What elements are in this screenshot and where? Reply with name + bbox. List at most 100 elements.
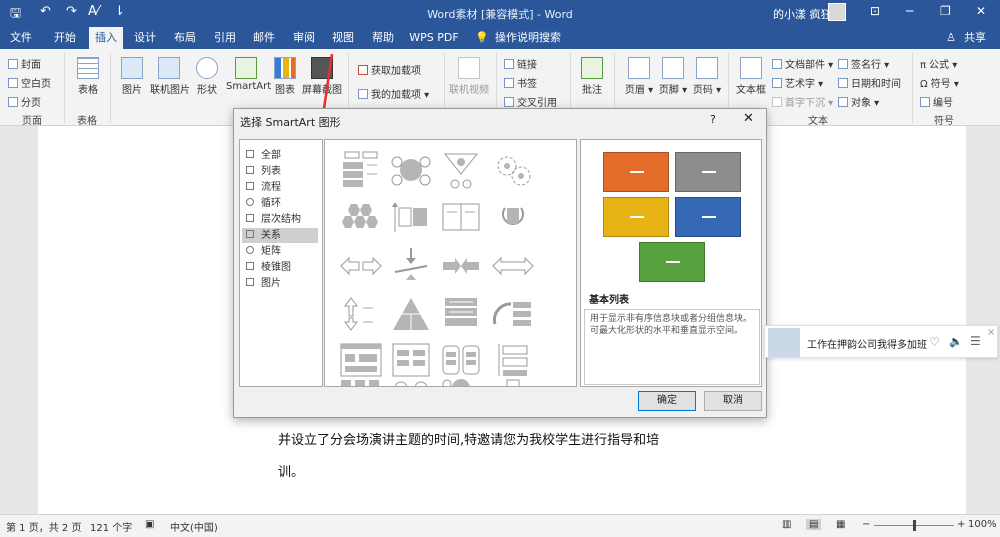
layout-thumbnail[interactable] — [389, 198, 433, 238]
layout-thumbnail[interactable] — [439, 376, 483, 387]
read-mode-icon[interactable]: ▥ — [782, 519, 791, 530]
help-button[interactable]: ? — [710, 113, 716, 126]
tab-design[interactable]: 设计 — [128, 27, 162, 49]
proofing-icon[interactable]: ▣ — [145, 519, 154, 530]
layout-thumbnail[interactable] — [491, 150, 535, 190]
share-button[interactable]: 共享 — [960, 27, 990, 49]
shapes-button[interactable]: 形状 — [194, 57, 220, 96]
bookmark-button[interactable]: 书签 — [504, 75, 537, 90]
playlist-icon[interactable]: ☰ — [970, 334, 981, 348]
layout-thumbnail[interactable] — [491, 376, 535, 387]
popup-close-button[interactable]: × — [987, 327, 995, 338]
layout-thumbnail[interactable] — [339, 340, 383, 380]
tab-mailings[interactable]: 邮件 — [247, 27, 281, 49]
tab-insert[interactable]: 插入 — [89, 27, 123, 49]
document-paragraph-line[interactable]: 训。 — [278, 461, 304, 480]
cover-page-button[interactable]: 封面 — [8, 56, 41, 71]
tab-references[interactable]: 引用 — [208, 27, 242, 49]
comment-button[interactable]: 批注 — [578, 57, 606, 96]
minimize-button[interactable]: ─ — [906, 4, 913, 18]
layout-thumbnail[interactable] — [389, 376, 433, 387]
layout-thumbnail[interactable] — [339, 150, 383, 190]
zoom-level[interactable]: 100% — [968, 519, 997, 530]
signature-line-button[interactable]: 签名行 ▾ — [838, 56, 889, 71]
footer-button[interactable]: 页脚 ▾ — [658, 57, 688, 96]
print-layout-icon[interactable]: ▤ — [806, 519, 822, 530]
layout-thumbnail[interactable] — [389, 294, 433, 334]
header-button[interactable]: 页眉 ▾ — [624, 57, 654, 96]
category-picture[interactable]: 图片 — [242, 276, 318, 291]
object-button[interactable]: 对象 ▾ — [838, 94, 879, 109]
get-addins-button[interactable]: 获取加载项 — [358, 62, 421, 77]
tab-view[interactable]: 视图 — [326, 27, 360, 49]
layout-thumbnail[interactable] — [339, 294, 383, 334]
numbering-button[interactable]: 编号 — [920, 94, 953, 109]
zoom-in-icon[interactable]: + — [957, 519, 965, 530]
layout-thumbnail[interactable] — [491, 198, 535, 238]
wordart-button[interactable]: 艺术字 ▾ — [772, 75, 823, 90]
page-count[interactable]: 第 1 页，共 2 页 — [6, 519, 81, 534]
my-addins-button[interactable]: 我的加载项 ▾ — [358, 86, 429, 101]
blank-page-button[interactable]: 空白页 — [8, 75, 51, 90]
link-button[interactable]: 链接 — [504, 56, 537, 71]
tell-me-search[interactable]: 操作说明搜索 — [492, 27, 564, 49]
equation-button[interactable]: π 公式 ▾ — [920, 56, 957, 71]
layout-thumbnail[interactable] — [491, 340, 535, 380]
tab-file[interactable]: 文件 — [4, 27, 38, 49]
zoom-out-icon[interactable]: − — [862, 519, 870, 530]
restore-button[interactable]: ❐ — [940, 4, 951, 18]
avatar[interactable] — [828, 3, 846, 21]
quick-parts-button[interactable]: 文档部件 ▾ — [772, 56, 833, 71]
category-relationship[interactable]: 关系 — [242, 228, 318, 243]
tab-wps-pdf[interactable]: WPS PDF — [406, 27, 462, 49]
picture-button[interactable]: 图片 — [118, 57, 146, 96]
category-all[interactable]: 全部 — [242, 148, 318, 163]
ok-button[interactable]: 确定 — [638, 391, 696, 411]
layout-thumbnail[interactable] — [439, 340, 483, 380]
layout-thumbnail[interactable] — [339, 198, 383, 238]
cross-reference-button[interactable]: 交叉引用 — [504, 94, 557, 109]
category-cycle[interactable]: 循环 — [242, 196, 318, 211]
layout-thumbnail[interactable] — [439, 246, 483, 286]
tab-layout[interactable]: 布局 — [168, 27, 202, 49]
drop-cap-button[interactable]: 首字下沉 ▾ — [772, 94, 833, 109]
layout-thumbnail[interactable] — [339, 246, 383, 286]
table-button[interactable]: 表格 — [74, 57, 102, 96]
ribbon-options-icon[interactable]: ⊡ — [870, 4, 880, 18]
word-count[interactable]: 121 个字 — [90, 519, 132, 534]
tab-review[interactable]: 审阅 — [287, 27, 321, 49]
layout-thumbnail[interactable] — [389, 340, 433, 380]
document-paragraph-line[interactable]: 并设立了分会场演讲主题的时间,特邀请您为我校学生进行指导和培 — [278, 429, 659, 448]
category-process[interactable]: 流程 — [242, 180, 318, 195]
layout-thumbnail[interactable] — [439, 198, 483, 238]
layout-thumbnail[interactable] — [339, 376, 383, 387]
user-name[interactable]: 的小漾 疯狂 — [773, 6, 832, 22]
zoom-slider-thumb[interactable] — [913, 520, 916, 531]
close-button[interactable]: ✕ — [976, 4, 986, 18]
music-popup[interactable]: 工作在押韵公司我得多加班 ♡ 🔈 ☰ × — [764, 325, 998, 358]
layout-thumbnail[interactable] — [389, 150, 433, 190]
layout-thumbnail[interactable] — [439, 294, 483, 334]
date-time-button[interactable]: 日期和时间 — [838, 75, 901, 90]
category-pyramid[interactable]: 棱锥图 — [242, 260, 318, 275]
language-indicator[interactable]: 中文(中国) — [170, 519, 218, 534]
volume-icon[interactable]: 🔈 — [949, 335, 963, 348]
category-list-item[interactable]: 列表 — [242, 164, 318, 179]
online-video-button[interactable]: 联机视频 — [448, 57, 490, 96]
layout-thumbnail[interactable] — [439, 150, 483, 190]
layout-thumbnail[interactable] — [389, 246, 433, 286]
tab-home[interactable]: 开始 — [48, 27, 82, 49]
heart-icon[interactable]: ♡ — [929, 335, 940, 349]
category-matrix[interactable]: 矩阵 — [242, 244, 318, 259]
symbol-button[interactable]: Ω 符号 ▾ — [920, 75, 959, 90]
web-layout-icon[interactable]: ▦ — [836, 519, 845, 530]
page-break-button[interactable]: 分页 — [8, 94, 41, 109]
online-pictures-button[interactable]: 联机图片 — [150, 57, 190, 96]
dialog-close-button[interactable]: ✕ — [743, 111, 754, 126]
cancel-button[interactable]: 取消 — [704, 391, 762, 411]
textbox-button[interactable]: 文本框 — [734, 57, 768, 96]
layout-thumbnail[interactable] — [491, 294, 535, 334]
tab-help[interactable]: 帮助 — [366, 27, 400, 49]
smartart-button[interactable]: SmartArt — [226, 57, 271, 92]
category-hierarchy[interactable]: 层次结构 — [242, 212, 318, 227]
